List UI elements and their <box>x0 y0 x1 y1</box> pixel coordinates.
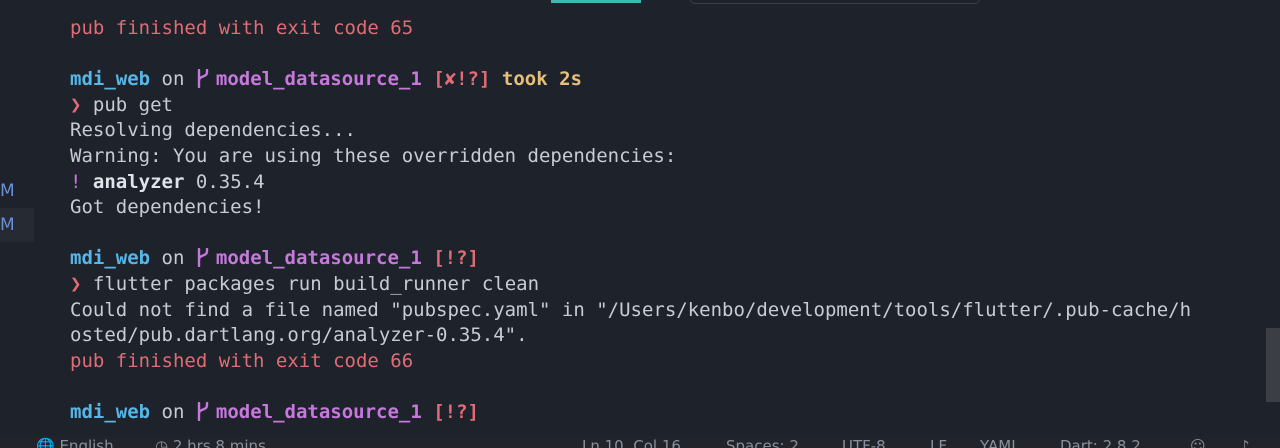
output-text: Could not find a file named "pubspec.yam… <box>70 298 1192 321</box>
notifications-icon[interactable]: ♪ <box>1240 437 1250 448</box>
shell-prompt-line: mdi_web on model_datasource_1 [✘!?] took… <box>70 67 1250 93</box>
git-branch-icon <box>196 247 216 269</box>
terminal-output-line: Got dependencies! <box>70 195 1250 221</box>
output-text: osted/pub.dartlang.org/analyzer-0.35.4". <box>70 324 528 347</box>
command-text: flutter packages run build_runner clean <box>92 272 540 295</box>
modified-file-badge[interactable]: M <box>0 208 34 242</box>
editor-window: M M pub finished with exit code 65 mdi_we… <box>0 0 1280 448</box>
error-text: pub finished with exit code 65 <box>70 17 414 39</box>
terminal-output-line: Could not find a file named "pubspec.yam… <box>70 298 1250 324</box>
warning-bang: ! <box>70 170 82 193</box>
encoding-status[interactable]: UTF-8 <box>842 437 886 448</box>
output-text: Warning: You are using these overridden … <box>70 144 677 167</box>
language-mode-status[interactable]: YAML <box>980 437 1020 448</box>
command-duration: took 2s <box>501 68 582 91</box>
terminal-error-line: pub finished with exit code 66 <box>70 349 1250 375</box>
terminal-command-line: ❯ flutter packages run build_runner clea… <box>70 272 1250 298</box>
terminal-scrollbar[interactable] <box>1266 328 1280 402</box>
shell-prompt-line: mdi_web on model_datasource_1 [!?] <box>70 400 1250 426</box>
prompt-arrow-icon: ❯ <box>70 272 82 295</box>
terminal-output[interactable]: pub finished with exit code 65 mdi_web on… <box>70 16 1250 426</box>
indentation-status[interactable]: Spaces: 2 <box>726 437 799 448</box>
output-text: Resolving dependencies... <box>70 119 356 142</box>
command-center-input[interactable] <box>690 0 980 4</box>
terminal-output-line: osted/pub.dartlang.org/analyzer-0.35.4". <box>70 323 1250 349</box>
error-text: pub finished with exit code 66 <box>70 349 414 372</box>
terminal-output-line: Warning: You are using these overridden … <box>70 144 1250 170</box>
git-status: [!?] <box>433 400 479 423</box>
language-status[interactable]: 🌐 English <box>36 437 114 448</box>
time-tracker-status[interactable]: ◷ 2 hrs 8 mins <box>155 437 266 448</box>
dart-sdk-status[interactable]: Dart: 2.8.2 <box>1060 437 1141 448</box>
output-text: Got dependencies! <box>70 196 265 219</box>
git-branch-name: model_datasource_1 <box>215 247 422 270</box>
prompt-directory: mdi_web <box>70 68 151 91</box>
dependency-override-line: ! analyzer 0.35.4 <box>70 170 1250 196</box>
git-branch-icon <box>196 401 216 423</box>
eol-status[interactable]: LF <box>930 437 947 448</box>
modified-file-badge[interactable]: M <box>0 174 34 208</box>
prompt-on-label: on <box>161 68 185 91</box>
active-tab-indicator <box>551 0 641 3</box>
prompt-directory: mdi_web <box>70 247 151 270</box>
status-bar: 🌐 English ◷ 2 hrs 8 mins Ln 10, Col 16 S… <box>0 436 1280 448</box>
feedback-icon[interactable]: ☺ <box>1190 437 1206 448</box>
package-version: 0.35.4 <box>195 170 265 193</box>
command-text: pub get <box>92 93 173 116</box>
side-panel-gutter: M M <box>0 0 34 448</box>
prompt-on-label: on <box>161 247 185 270</box>
terminal-error-line: pub finished with exit code 65 <box>70 16 1250 42</box>
git-branch-icon <box>196 68 216 90</box>
time-label: 2 hrs 8 mins <box>172 437 266 448</box>
git-branch-name: model_datasource_1 <box>215 68 422 91</box>
terminal-command-line: ❯ pub get <box>70 93 1250 119</box>
package-name: analyzer <box>92 170 185 193</box>
cursor-position-status[interactable]: Ln 10, Col 16 <box>582 437 681 448</box>
git-status: [!?] <box>433 247 479 270</box>
prompt-directory: mdi_web <box>70 400 151 423</box>
git-status: [✘!?] <box>433 68 491 91</box>
prompt-on-label: on <box>161 400 185 423</box>
shell-prompt-line: mdi_web on model_datasource_1 [!?] <box>70 246 1250 272</box>
terminal-output-line: Resolving dependencies... <box>70 118 1250 144</box>
language-label: English <box>59 437 114 448</box>
git-branch-name: model_datasource_1 <box>215 400 422 423</box>
prompt-arrow-icon: ❯ <box>70 93 82 116</box>
